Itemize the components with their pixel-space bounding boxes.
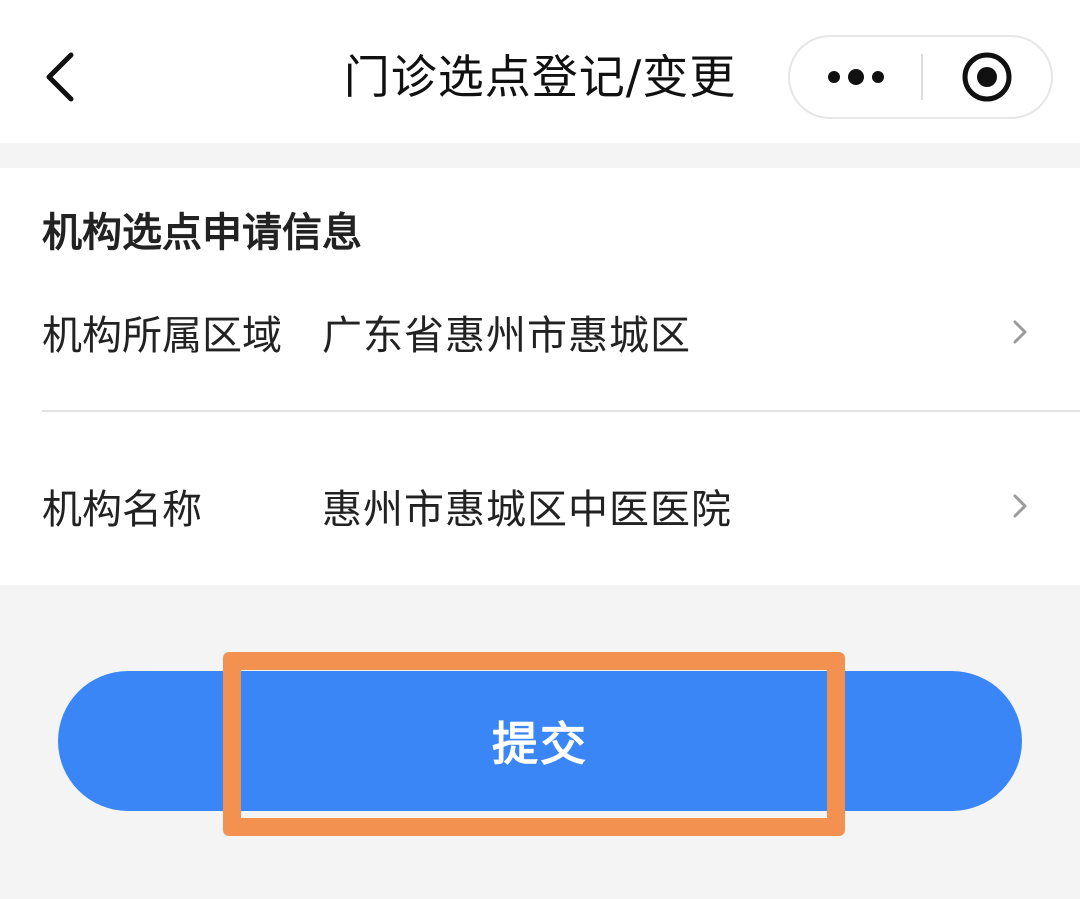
submit-button[interactable]: 提交: [58, 671, 1022, 811]
nav-bar: 门诊选点登记/变更: [0, 0, 1080, 143]
submit-label: 提交: [492, 717, 588, 771]
chevron-right-icon: [1013, 320, 1027, 344]
chevron-right-icon: [1013, 494, 1027, 518]
target-circle-icon: [962, 52, 1012, 102]
page: 门诊选点登记/变更 机构选点申请信息 机构所属区域 广东省惠州市惠城区 机构名称…: [0, 0, 1080, 899]
institution-value: 惠州市惠城区中医医院: [322, 487, 732, 533]
row-divider: [42, 410, 1080, 412]
back-button[interactable]: [30, 45, 90, 109]
more-dots-icon: [827, 69, 884, 85]
application-info-card: 机构选点申请信息 机构所属区域 广东省惠州市惠城区 机构名称 惠州市惠城区中医医…: [0, 168, 1080, 585]
close-miniprogram-button[interactable]: [923, 37, 1051, 117]
institution-row[interactable]: 机构名称 惠州市惠城区中医医院: [42, 466, 1080, 546]
page-title: 门诊选点登记/变更: [343, 50, 737, 104]
section-title: 机构选点申请信息: [42, 210, 362, 256]
capsule-menu: [788, 35, 1053, 119]
institution-label: 机构名称: [42, 487, 202, 533]
more-button[interactable]: [790, 37, 921, 117]
region-label: 机构所属区域: [42, 313, 282, 359]
region-row[interactable]: 机构所属区域 广东省惠州市惠城区: [42, 292, 1080, 372]
region-value: 广东省惠州市惠城区: [322, 313, 691, 359]
chevron-left-icon: [46, 52, 74, 102]
